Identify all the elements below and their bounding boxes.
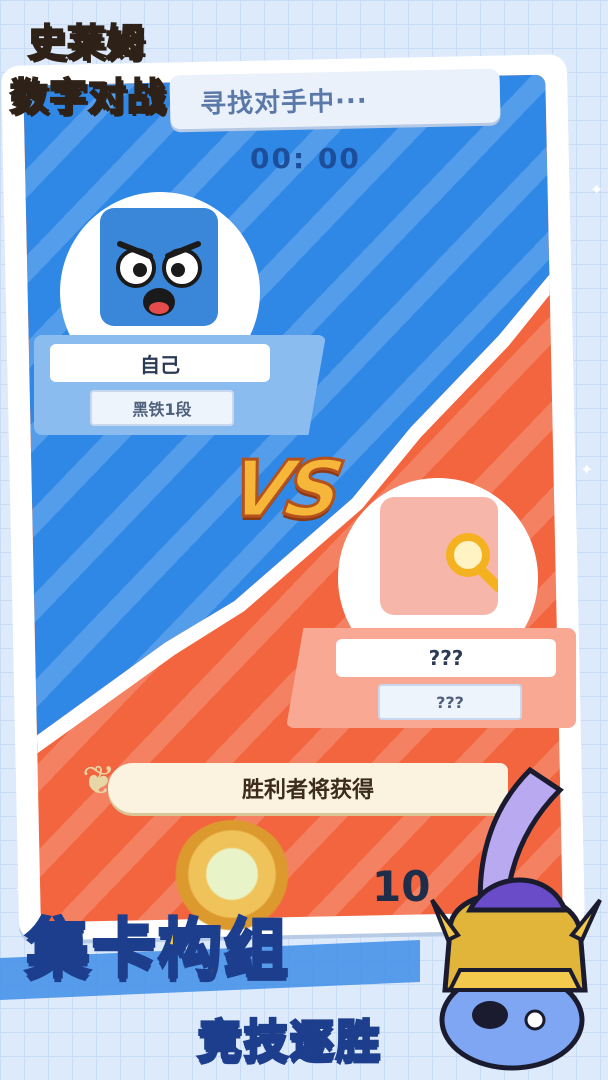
logo-line2: 数字对战 (9, 74, 167, 120)
knight-slime-mascot-icon (430, 766, 602, 1071)
opponent-rank: ??? (378, 684, 522, 720)
slogan-line1: 集卡构组 (25, 898, 290, 990)
match-timer: 00: 00 (250, 142, 361, 175)
angry-face-icon (116, 241, 202, 316)
slogan-part-a: 集卡 (25, 912, 158, 989)
slogan-line2: 竞技逐胜 (197, 1015, 382, 1069)
search-icon (446, 533, 503, 592)
slogan-part-b: 构组 (157, 912, 290, 989)
game-logo: 史莱姆 数字对战 (6, 8, 196, 123)
opponent-name: ??? (336, 639, 556, 677)
self-rank: 黑铁1段 (90, 390, 234, 426)
reward-banner-text: 胜利者将获得 (241, 778, 374, 803)
self-name: 自己 (50, 344, 270, 382)
logo-line1: 史莱姆 (27, 20, 146, 66)
opponent-avatar-placeholder (380, 497, 503, 615)
vs-label: VS (223, 444, 346, 537)
status-text: 寻找对手中··· (199, 85, 368, 120)
self-avatar (100, 208, 218, 326)
status-banner: 寻找对手中··· (169, 68, 501, 130)
